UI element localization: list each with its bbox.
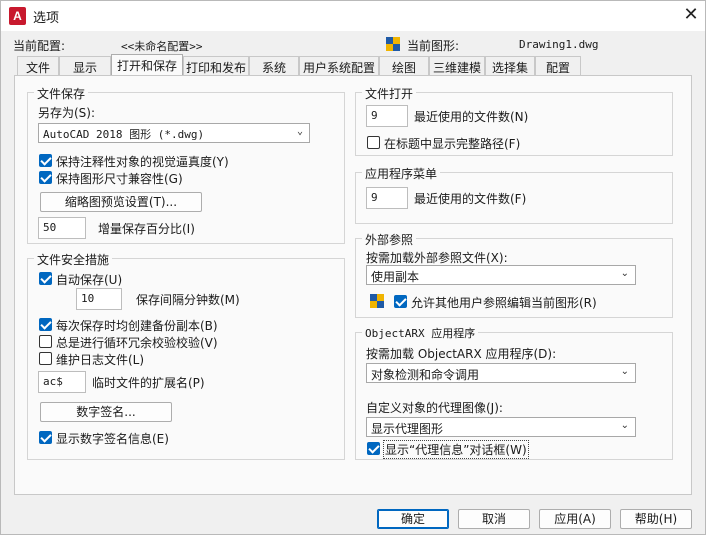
current-profile-value: <<未命名配置>> xyxy=(121,40,203,53)
file-save-title: 文件保存 xyxy=(34,85,89,102)
proxy-image-label: 自定义对象的代理图像(J): xyxy=(366,401,503,415)
chevron-down-icon: ⌄ xyxy=(620,420,629,431)
close-icon[interactable]: ✕ xyxy=(681,5,701,25)
proxy-image-select[interactable]: 显示代理图形 ⌄ xyxy=(366,417,636,437)
digital-signature-button[interactable]: 数字签名... xyxy=(40,402,172,422)
chevron-down-icon: ⌄ xyxy=(296,126,303,137)
recent-files-input[interactable]: 9 xyxy=(366,105,408,127)
crc-check-label: 总是进行循环冗余校验校验(V) xyxy=(56,336,218,350)
crc-check-checkbox[interactable] xyxy=(39,335,52,348)
incremental-save-label: 增量保存百分比(I) xyxy=(98,222,195,236)
file-open-title: 文件打开 xyxy=(362,85,417,102)
show-signature-checkbox[interactable] xyxy=(39,431,52,444)
current-profile-label: 当前配置: xyxy=(13,39,66,53)
xref-edit-icon xyxy=(370,294,384,308)
tab-plot-and-publish[interactable]: 打印和发布 xyxy=(183,56,249,76)
xref-demand-value: 使用副本 xyxy=(371,270,420,284)
help-button[interactable]: 帮助(H) xyxy=(620,509,692,529)
proxy-dialog-label: 显示“代理信息”对话框(W) xyxy=(383,440,529,459)
ok-button[interactable]: 确定 xyxy=(377,509,449,529)
open-and-save-page: 文件保存 另存为(S): AutoCAD 2018 图形 (*.dwg) ⌄ 保… xyxy=(14,75,692,495)
tab-profiles[interactable]: 配置 xyxy=(535,56,581,76)
tab-drafting[interactable]: 绘图 xyxy=(379,56,429,76)
proxy-dialog-checkbox[interactable] xyxy=(367,442,380,455)
log-file-checkbox[interactable] xyxy=(39,352,52,365)
autosave-label: 自动保存(U) xyxy=(56,273,123,287)
full-path-label: 在标题中显示完整路径(F) xyxy=(384,137,521,151)
temp-extension-input[interactable]: ac$ xyxy=(38,371,86,393)
backup-copy-checkbox[interactable] xyxy=(39,318,52,331)
log-file-label: 维护日志文件(L) xyxy=(56,353,145,367)
apply-button[interactable]: 应用(A) xyxy=(539,509,611,529)
app-menu-title: 应用程序菜单 xyxy=(362,165,441,182)
tab-open-and-save[interactable]: 打开和保存 xyxy=(111,54,183,76)
objectarx-group: ObjectARX 应用程序 按需加载 ObjectARX 应用程序(D): 对… xyxy=(355,325,673,460)
thumbnail-settings-button[interactable]: 缩略图预览设置(T)... xyxy=(40,192,202,212)
tab-user-preferences[interactable]: 用户系统配置 xyxy=(299,56,379,76)
arx-demand-select[interactable]: 对象检测和命令调用 ⌄ xyxy=(366,363,636,383)
chevron-down-icon: ⌄ xyxy=(620,366,629,377)
cancel-button[interactable]: 取消 xyxy=(458,509,530,529)
show-signature-label: 显示数字签名信息(E) xyxy=(56,432,169,446)
objectarx-title: ObjectARX 应用程序 xyxy=(362,325,479,341)
drawing-file-icon xyxy=(386,37,400,51)
backup-copy-label: 每次保存时均创建备份副本(B) xyxy=(56,319,218,333)
tab-selection[interactable]: 选择集 xyxy=(485,56,535,76)
incremental-save-input[interactable]: 50 xyxy=(38,217,86,239)
file-open-group: 文件打开 9 最近使用的文件数(N) 在标题中显示完整路径(F) xyxy=(355,85,673,156)
file-safety-group: 文件安全措施 自动保存(U) 10 保存间隔分钟数(M) 每次保存时均创建备份副… xyxy=(27,251,345,460)
proxy-image-value: 显示代理图形 xyxy=(371,422,444,436)
save-as-label: 另存为(S): xyxy=(38,106,96,120)
xref-demand-select[interactable]: 使用副本 ⌄ xyxy=(366,265,636,285)
allow-xref-edit-label: 允许其他用户参照编辑当前图形(R) xyxy=(411,296,597,310)
current-drawing-label: 当前图形: xyxy=(407,39,460,53)
file-safety-title: 文件安全措施 xyxy=(34,251,113,268)
window-title: 选项 xyxy=(33,11,60,26)
xref-title: 外部参照 xyxy=(362,231,417,248)
annotative-fidelity-label: 保持注释性对象的视觉逼真度(Y) xyxy=(56,155,229,169)
app-menu-recent-label: 最近使用的文件数(F) xyxy=(414,192,527,206)
file-save-group: 文件保存 另存为(S): AutoCAD 2018 图形 (*.dwg) ⌄ 保… xyxy=(27,85,345,244)
tab-system[interactable]: 系统 xyxy=(249,56,299,76)
autosave-checkbox[interactable] xyxy=(39,272,52,285)
temp-extension-label: 临时文件的扩展名(P) xyxy=(92,376,205,390)
allow-xref-edit-checkbox[interactable] xyxy=(394,295,407,308)
full-path-checkbox[interactable] xyxy=(367,136,380,149)
xref-group: 外部参照 按需加载外部参照文件(X): 使用副本 ⌄ 允许其他用户参照编辑当前图… xyxy=(355,231,673,318)
save-as-value: AutoCAD 2018 图形 (*.dwg) xyxy=(43,128,205,141)
chevron-down-icon: ⌄ xyxy=(620,268,629,279)
recent-files-label: 最近使用的文件数(N) xyxy=(414,110,529,124)
autocad-app-icon: A xyxy=(9,7,26,25)
title-bar: A 选项 ✕ xyxy=(1,1,705,31)
save-as-select[interactable]: AutoCAD 2018 图形 (*.dwg) ⌄ xyxy=(38,123,310,143)
options-dialog: A 选项 ✕ 当前配置: <<未命名配置>> 当前图形: Drawing1.dw… xyxy=(0,0,706,535)
tab-display[interactable]: 显示 xyxy=(59,56,111,76)
xref-demand-label: 按需加载外部参照文件(X): xyxy=(366,251,508,265)
autosave-interval-input[interactable]: 10 xyxy=(76,288,122,310)
tab-3d-modeling[interactable]: 三维建模 xyxy=(429,56,485,76)
size-compat-checkbox[interactable] xyxy=(39,171,52,184)
current-drawing-value: Drawing1.dwg xyxy=(519,38,599,51)
size-compat-label: 保持图形尺寸兼容性(G) xyxy=(56,172,183,186)
tab-files[interactable]: 文件 xyxy=(17,56,59,76)
app-menu-group: 应用程序菜单 9 最近使用的文件数(F) xyxy=(355,165,673,224)
arx-demand-value: 对象检测和命令调用 xyxy=(371,368,480,382)
arx-demand-label: 按需加载 ObjectARX 应用程序(D): xyxy=(366,347,557,361)
app-menu-recent-input[interactable]: 9 xyxy=(366,187,408,209)
autosave-interval-label: 保存间隔分钟数(M) xyxy=(136,293,240,307)
annotative-fidelity-checkbox[interactable] xyxy=(39,154,52,167)
